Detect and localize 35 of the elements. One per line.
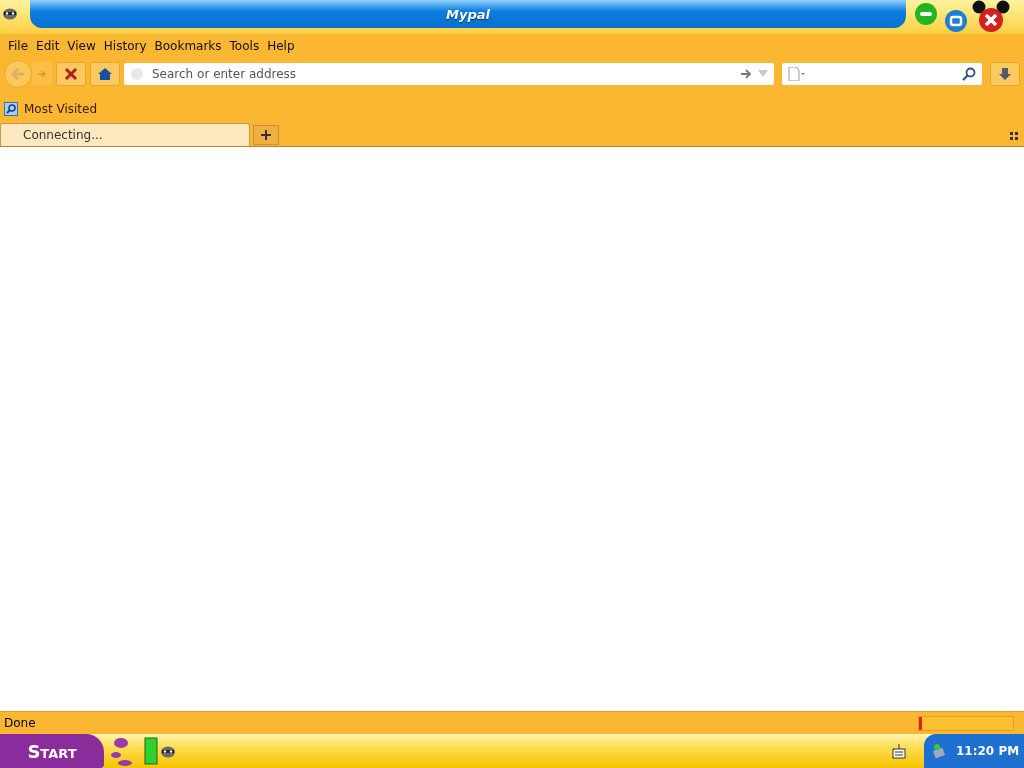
status-text: Done (4, 716, 36, 730)
address-bar[interactable]: Search or enter address (124, 63, 774, 85)
maximize-icon[interactable] (944, 9, 968, 33)
menu-item[interactable]: View (67, 39, 96, 53)
search-field[interactable] (782, 63, 982, 85)
menu-item[interactable]: History (103, 39, 147, 53)
menu-item[interactable]: File (8, 39, 29, 53)
menu-item[interactable]: Bookmarks (154, 39, 222, 53)
raccoon-icon (2, 6, 18, 20)
plus-icon (261, 130, 271, 140)
back-arrow-icon (11, 67, 25, 81)
menu-item[interactable]: Help (267, 39, 295, 53)
home-icon (97, 67, 113, 81)
download-button[interactable] (990, 62, 1020, 86)
clock[interactable]: 11:20 PM (956, 744, 1020, 758)
new-tab-button[interactable] (253, 125, 279, 145)
go-arrow-icon[interactable] (740, 69, 752, 79)
close-icon (64, 67, 78, 81)
menu-item[interactable]: Tools (229, 39, 260, 53)
search-icon[interactable] (962, 67, 976, 81)
bookmark-link[interactable]: Most Visited (24, 102, 98, 116)
forward-arrow-icon (38, 68, 46, 80)
raccoon-icon[interactable] (160, 744, 176, 758)
minimize-icon[interactable] (914, 2, 938, 26)
tab[interactable]: Connecting... (0, 123, 250, 146)
start-button[interactable]: Start (0, 734, 104, 768)
down-arrow-icon (998, 67, 1012, 81)
close-icon[interactable] (972, 0, 1010, 34)
menu-item[interactable]: Edit (36, 39, 60, 53)
folder-search-icon (4, 102, 18, 116)
home-button[interactable] (90, 62, 120, 86)
address-field[interactable]: Search or enter address (150, 66, 734, 82)
stop-button[interactable] (56, 62, 86, 86)
grid-icon[interactable] (1010, 132, 1018, 140)
window-title: Mypal (30, 0, 906, 28)
